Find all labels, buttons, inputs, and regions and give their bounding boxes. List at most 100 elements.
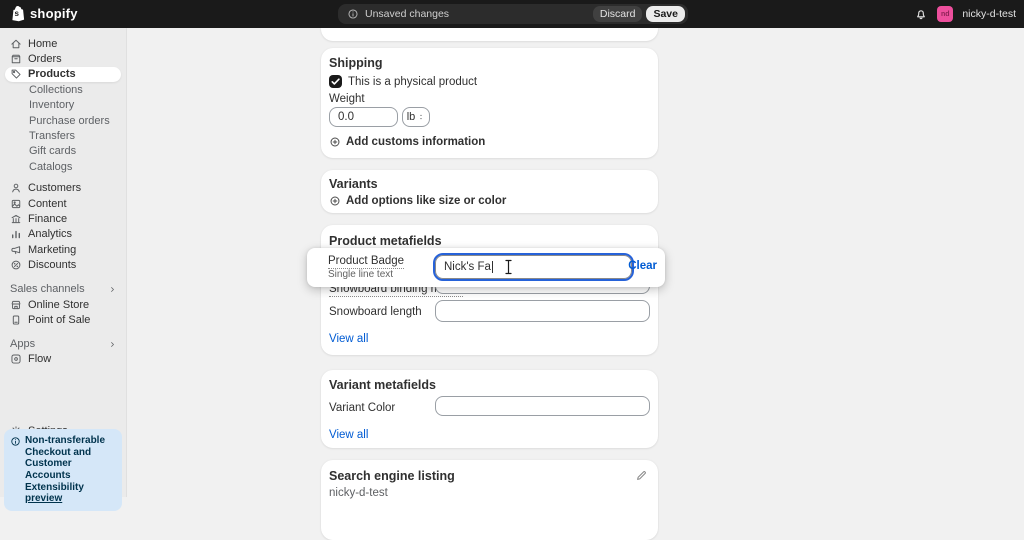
sidebar-item-point-of-sale[interactable]: Point of Sale [0,312,126,327]
sidebar-item-online-store[interactable]: Online Store [0,297,126,312]
metafield-label[interactable]: Product Badge [328,255,404,269]
sidebar-item-label: Analytics [28,228,72,240]
orders-icon [10,53,22,65]
sidebar-item-content[interactable]: Content [0,196,126,211]
sidebar-item-label: Inventory [29,99,74,111]
pencil-edit-icon[interactable] [635,469,648,482]
variant-metafields-title: Variant metafields [329,378,436,392]
product-metafields-title: Product metafields [329,234,442,248]
focused-metafield-row: Product Badge Single line text Nick's Fa… [307,248,665,287]
sidebar-item-label: Discounts [28,259,76,271]
clear-button[interactable]: Clear [628,260,657,272]
product-metafields-card: Product metafields Snowboard binding mou… [321,225,658,355]
sidebar-item-products[interactable]: Products [5,67,121,82]
weight-unit-select[interactable]: lb [402,107,430,127]
sidebar-item-label: Catalogs [29,161,72,173]
sidebar-item-label: Point of Sale [28,314,90,326]
section-label: Apps [10,338,35,350]
weight-input[interactable] [329,107,398,127]
i-beam-cursor [504,259,514,275]
save-button[interactable]: Save [646,6,685,22]
topbar: s shopify Unsaved changes Discard Save n… [0,0,1024,28]
section-label: Sales channels [10,283,85,295]
apps-header[interactable]: Apps [0,337,126,352]
main-content: Shipping This is a physical product Weig… [128,28,1024,497]
marketing-icon [10,244,22,256]
add-customs-info-link[interactable]: Add customs information [329,136,485,148]
variant-metafields-card: Variant metafields Variant Color View al… [321,370,658,448]
metafield-label[interactable]: Variant Color [329,402,395,414]
metafield-row: Variant Color [321,396,658,418]
sidebar-item-customers[interactable]: Customers [0,181,126,196]
discounts-icon [10,259,22,271]
shipping-title: Shipping [329,56,382,70]
sidebar-item-label: Products [28,68,76,80]
notifications-bell-icon[interactable] [914,7,928,21]
sidebar-item-label: Collections [29,84,83,96]
text-caret [492,261,493,273]
shipping-card: Shipping This is a physical product Weig… [321,48,658,158]
metafield-value-input[interactable] [435,300,650,322]
sidebar-item-home[interactable]: Home [0,36,126,51]
notice-preview-link[interactable]: preview [25,493,62,504]
chevron-right-icon [108,340,117,349]
flow-app-icon [10,353,22,365]
plus-circle-icon [329,136,341,148]
sidebar-item-marketing[interactable]: Marketing [0,242,126,257]
sidebar-item-label: Home [28,38,57,50]
sort-carets-icon [417,112,425,122]
metafield-label[interactable]: Snowboard length [329,306,422,318]
shopify-logo[interactable]: s shopify [10,5,78,22]
weight-unit-value: lb [407,111,416,123]
sidebar-item-gift-cards[interactable]: Gift cards [0,144,126,159]
info-circle-icon [10,436,21,505]
analytics-icon [10,228,22,240]
finance-icon [10,213,22,225]
point-of-sale-icon [10,314,22,326]
link-label: Add options like size or color [346,195,506,207]
check-icon [329,75,342,88]
discard-button[interactable]: Discard [593,6,643,22]
sales-channels-header[interactable]: Sales channels [0,282,126,297]
sidebar-item-purchase-orders[interactable]: Purchase orders [0,113,126,128]
sidebar-item-transfers[interactable]: Transfers [0,128,126,143]
sidebar-item-label: Customers [28,182,81,194]
sidebar-item-label: Orders [28,53,62,65]
sidebar-item-collections[interactable]: Collections [0,82,126,97]
products-tag-icon [10,68,22,80]
home-icon [10,38,22,50]
seo-title: Search engine listing [329,469,455,483]
view-all-variant-metafields-link[interactable]: View all [329,429,368,441]
metafield-value-input-focused[interactable]: Nick's Fa [435,255,632,279]
sidebar-item-catalogs[interactable]: Catalogs [0,159,126,174]
physical-product-checkbox[interactable] [329,75,342,88]
variants-title: Variants [329,177,378,191]
sidebar-item-discounts[interactable]: Discounts [0,257,126,272]
seo-card: Search engine listing nicky-d-test [321,460,658,540]
weight-label: Weight [329,93,365,105]
sidebar-item-label: Online Store [28,299,89,311]
previous-card-partial [321,28,658,41]
contextual-save-bar: Unsaved changes Discard Save [338,4,688,24]
sidebar-item-label: Finance [28,213,67,225]
view-all-product-metafields-link[interactable]: View all [329,333,368,345]
content-icon [10,198,22,210]
metafield-value-input[interactable] [435,396,650,416]
unsaved-changes-status: Unsaved changes [365,8,593,20]
sidebar-item-label: Marketing [28,244,76,256]
sidebar-item-label: Gift cards [29,145,76,157]
sidebar-item-inventory[interactable]: Inventory [0,98,126,113]
extensibility-preview-notice[interactable]: Non-transferable Checkout and Customer A… [4,429,122,511]
link-label: Add customs information [346,136,485,148]
user-name[interactable]: nicky-d-test [962,8,1016,20]
sidebar-item-analytics[interactable]: Analytics [0,227,126,242]
customers-icon [10,182,22,194]
shopify-bag-icon: s [10,5,26,22]
add-options-link[interactable]: Add options like size or color [329,195,506,207]
chevron-right-icon [108,285,117,294]
sidebar-item-orders[interactable]: Orders [0,51,126,66]
user-avatar[interactable]: nd [937,6,953,22]
sidebar-item-finance[interactable]: Finance [0,211,126,226]
metafield-row: Snowboard length [321,299,658,323]
sidebar-item-flow[interactable]: Flow [0,352,126,367]
